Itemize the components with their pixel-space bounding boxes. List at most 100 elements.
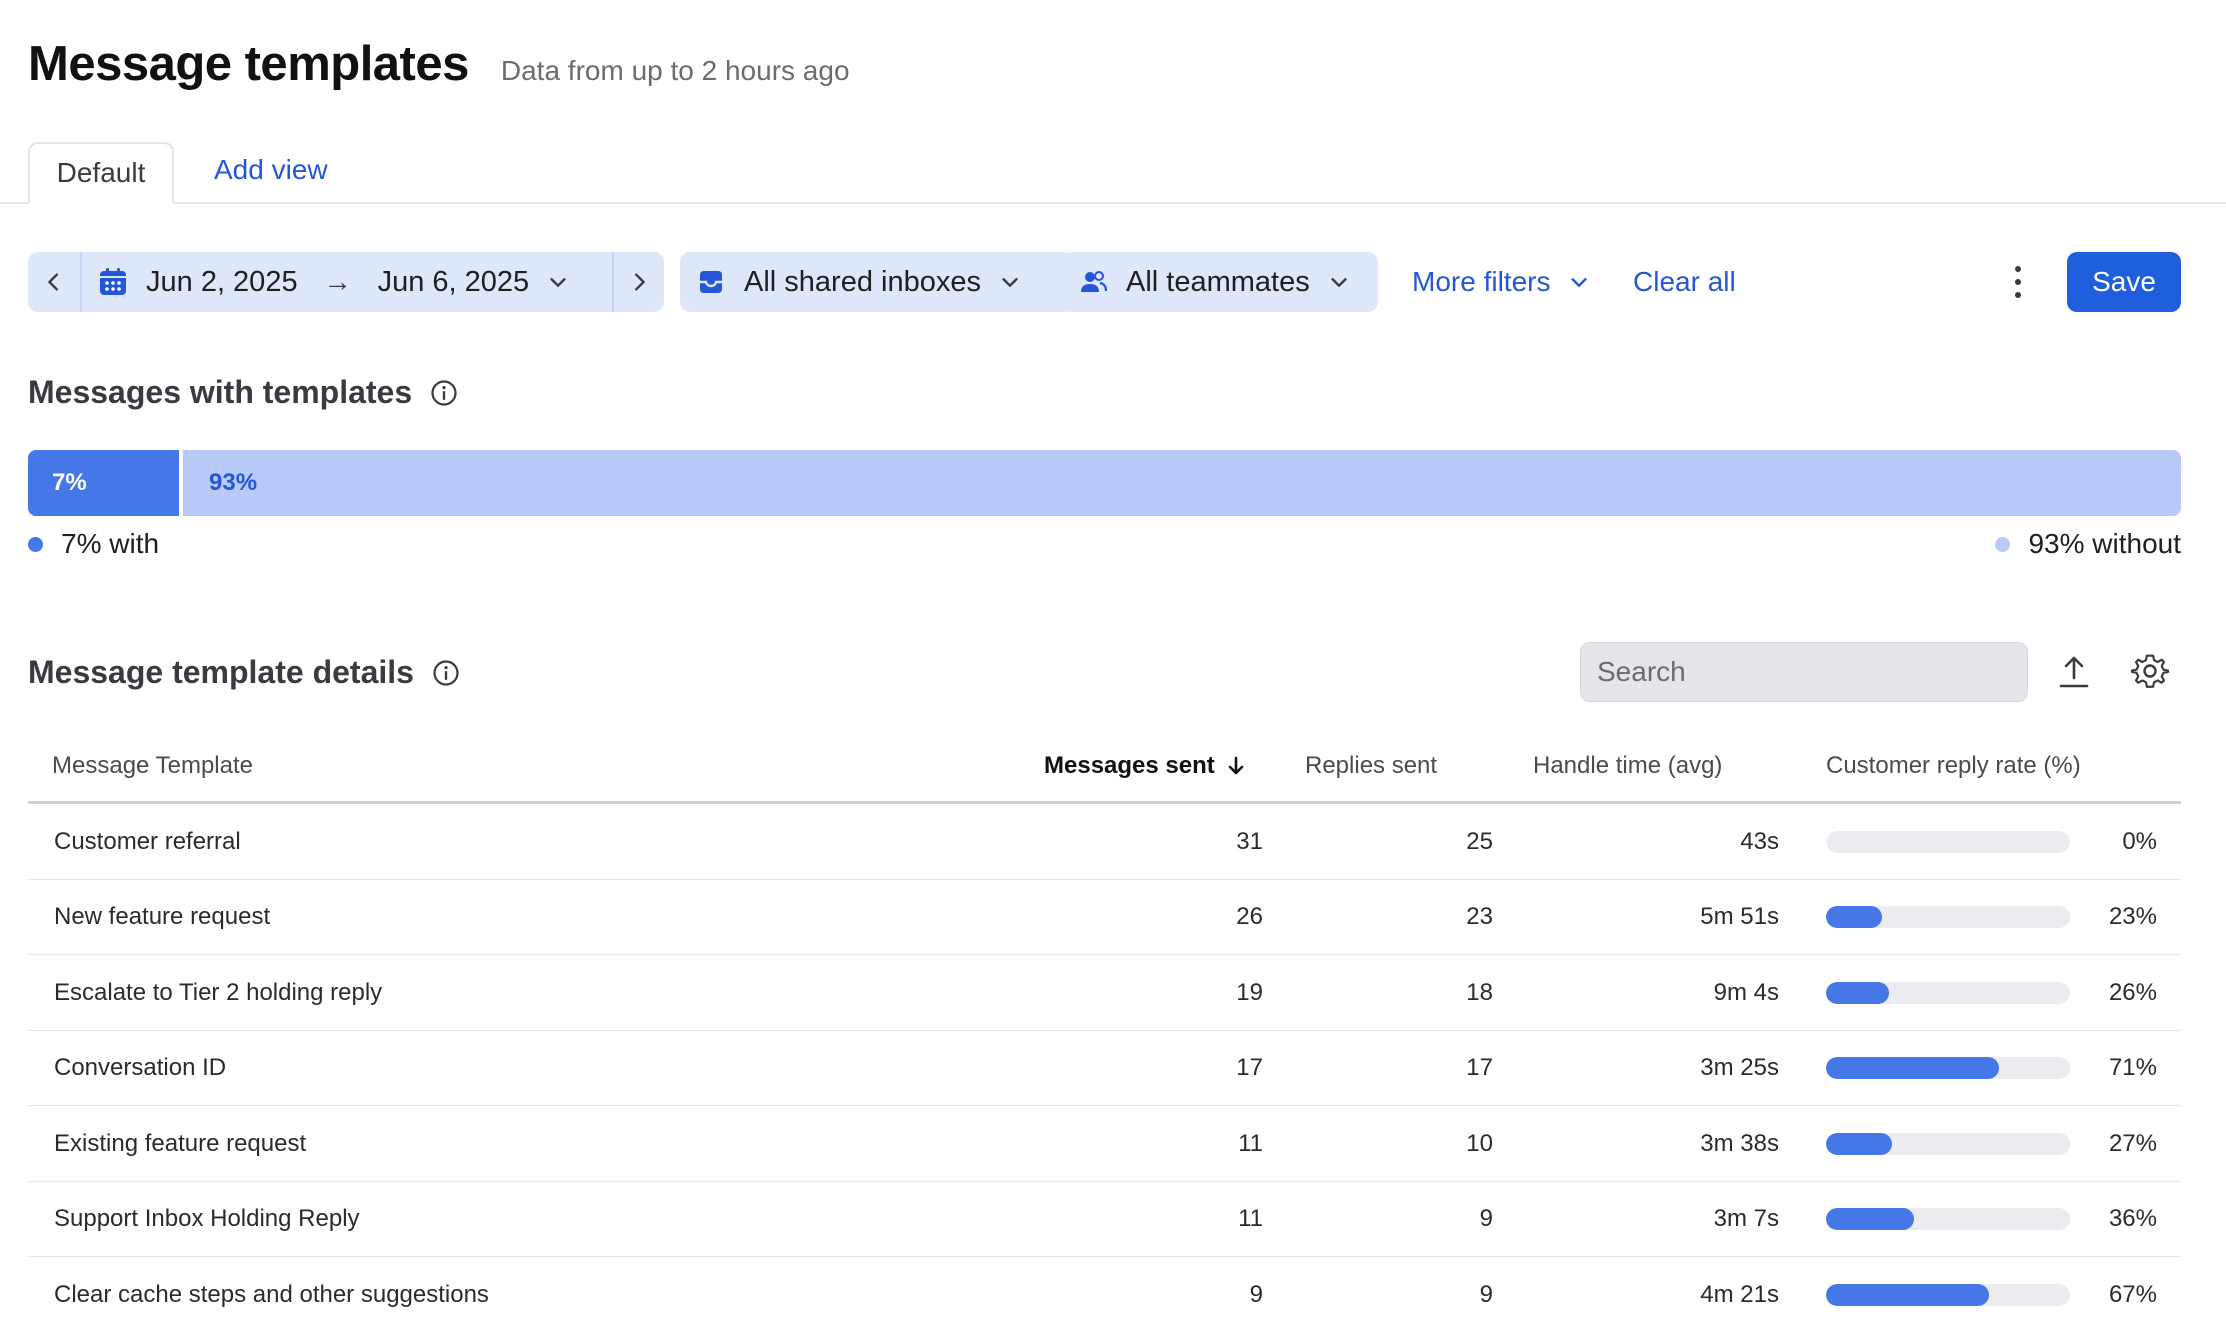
clear-all-button[interactable]: Clear all	[1633, 252, 1736, 312]
replies-sent-value: 9	[1479, 1280, 1493, 1308]
reply-rate-value: 36%	[2108, 1205, 2157, 1232]
messages-sent-value: 11	[1238, 1129, 1263, 1157]
template-usage-bar: 7% 93%	[28, 450, 2181, 516]
table-header: Message Template Messages sent Replies s…	[28, 730, 2181, 804]
reply-rate-bar	[1826, 955, 2070, 1030]
template-name: Conversation ID	[54, 1054, 227, 1081]
previous-period-button[interactable]	[28, 252, 82, 312]
template-name: Customer referral	[54, 827, 241, 855]
column-header-handle-time[interactable]: Handle time (avg)	[1533, 752, 1722, 780]
chevron-left-icon	[48, 273, 58, 291]
column-header-messages-sent[interactable]: Messages sent	[1044, 752, 1247, 780]
legend-without-label: 93% without	[2028, 528, 2181, 559]
replies-sent-value: 17	[1466, 1054, 1493, 1081]
add-view-link[interactable]: Add view	[214, 154, 328, 186]
messages-sent-value: 17	[1236, 1054, 1263, 1081]
table-row[interactable]: Existing feature request 11 10 3m 38s 27…	[28, 1106, 2181, 1182]
reply-rate-value: 67%	[2108, 1280, 2157, 1308]
inbox-icon	[700, 271, 722, 293]
chevron-down-icon	[1571, 278, 1588, 287]
without-templates-segment: 93%	[183, 450, 2181, 516]
replies-sent-value: 23	[1466, 903, 1493, 930]
legend-dot-icon	[28, 536, 43, 552]
legend-without: 93% without	[1995, 528, 2181, 560]
gear-icon[interactable]	[2130, 652, 2170, 692]
date-range-button[interactable]: Jun 2, 2025 → Jun 6, 2025	[82, 252, 569, 312]
handle-time-value: 3m 38s	[1700, 1129, 1779, 1157]
chevron-down-icon	[550, 278, 566, 287]
export-icon[interactable]	[2056, 654, 2092, 690]
teammates-filter-dropdown[interactable]: All teammates	[1062, 252, 1378, 312]
more-filters-label: More filters	[1412, 266, 1551, 297]
legend-with: 7% with	[28, 528, 159, 560]
inbox-filter-dropdown[interactable]: All shared inboxes	[680, 252, 1074, 312]
search-input[interactable]	[1580, 642, 2028, 702]
section-title: Message template details	[28, 654, 414, 690]
calendar-icon	[100, 268, 126, 295]
reply-rate-bar	[1826, 804, 2070, 879]
with-templates-segment: 7%	[28, 450, 179, 516]
more-options-icon[interactable]	[2008, 262, 2028, 302]
data-freshness-note: Data from up to 2 hours ago	[500, 55, 850, 86]
filter-toolbar: Jun 2, 2025 → Jun 6, 2025 All shared inb…	[28, 252, 2181, 312]
column-header-replies-sent[interactable]: Replies sent	[1305, 752, 1437, 780]
replies-sent-value: 9	[1479, 1205, 1493, 1232]
template-name: New feature request	[54, 903, 271, 930]
section-title: Messages with templates	[28, 374, 413, 410]
reply-rate-value: 71%	[2108, 1054, 2157, 1081]
messages-sent-value: 11	[1238, 1205, 1263, 1232]
teammates-icon	[1081, 271, 1108, 292]
date-range-picker: Jun 2, 2025 → Jun 6, 2025	[28, 252, 664, 312]
handle-time-value: 5m 51s	[1700, 903, 1779, 930]
handle-time-value: 4m 21s	[1700, 1280, 1779, 1308]
template-name: Clear cache steps and other suggestions	[54, 1280, 489, 1308]
more-filters-button[interactable]: More filters	[1412, 252, 1590, 312]
template-details-heading: Message template details	[28, 654, 460, 691]
chevron-down-icon	[1002, 278, 1018, 287]
save-button[interactable]: Save	[2067, 252, 2181, 312]
column-header-reply-rate[interactable]: Customer reply rate (%)	[1826, 752, 2081, 780]
tab-default[interactable]: Default	[28, 142, 174, 204]
handle-time-value: 3m 7s	[1713, 1205, 1779, 1232]
template-name: Escalate to Tier 2 holding reply	[54, 978, 383, 1006]
reply-rate-value: 27%	[2108, 1129, 2157, 1157]
table-row[interactable]: Support Inbox Holding Reply 11 9 3m 7s 3…	[28, 1182, 2181, 1257]
table-row[interactable]: Escalate to Tier 2 holding reply 19 18 9…	[28, 955, 2181, 1031]
page-title: Message templates	[28, 37, 469, 91]
reply-rate-bar	[1826, 1106, 2070, 1181]
replies-sent-value: 18	[1466, 978, 1493, 1006]
messages-sent-value: 26	[1236, 903, 1263, 930]
info-icon[interactable]	[432, 659, 460, 687]
arrow-right-icon: →	[323, 266, 352, 297]
next-period-button[interactable]	[612, 252, 664, 312]
handle-time-value: 3m 25s	[1700, 1054, 1779, 1081]
table-row[interactable]: Conversation ID 17 17 3m 25s 71%	[28, 1031, 2181, 1106]
date-start: Jun 2, 2025	[146, 265, 298, 298]
legend-with-label: 7% with	[61, 528, 160, 559]
reply-rate-value: 23%	[2108, 903, 2157, 930]
handle-time-value: 43s	[1740, 827, 1779, 855]
template-details-table: Message Template Messages sent Replies s…	[28, 730, 2181, 1322]
column-header-label: Messages sent	[1044, 751, 1215, 779]
teammates-filter-label: All teammates	[1126, 265, 1310, 298]
replies-sent-value: 10	[1466, 1129, 1493, 1157]
messages-sent-value: 9	[1249, 1280, 1263, 1308]
column-header-template[interactable]: Message Template	[52, 752, 253, 780]
table-row[interactable]: Customer referral 31 25 43s 0%	[28, 804, 2181, 880]
date-end: Jun 6, 2025	[377, 265, 530, 298]
table-row[interactable]: Clear cache steps and other suggestions …	[28, 1257, 2181, 1322]
table-row[interactable]: New feature request 26 23 5m 51s 23%	[28, 880, 2181, 955]
chevron-right-icon	[635, 273, 645, 291]
template-name: Support Inbox Holding Reply	[54, 1205, 360, 1232]
handle-time-value: 9m 4s	[1713, 978, 1779, 1006]
reply-rate-bar	[1826, 1182, 2070, 1257]
reply-rate-value: 0%	[2122, 827, 2157, 855]
chevron-down-icon	[1331, 278, 1347, 287]
messages-sent-value: 31	[1236, 827, 1263, 855]
reply-rate-value: 26%	[2108, 978, 2157, 1006]
reply-rate-bar	[1826, 1257, 2070, 1322]
info-icon[interactable]	[430, 379, 458, 407]
messages-with-templates-heading: Messages with templates	[28, 374, 458, 411]
page-header: Message templates Data from up to 2 hour…	[28, 36, 850, 92]
reply-rate-bar	[1826, 1031, 2070, 1106]
